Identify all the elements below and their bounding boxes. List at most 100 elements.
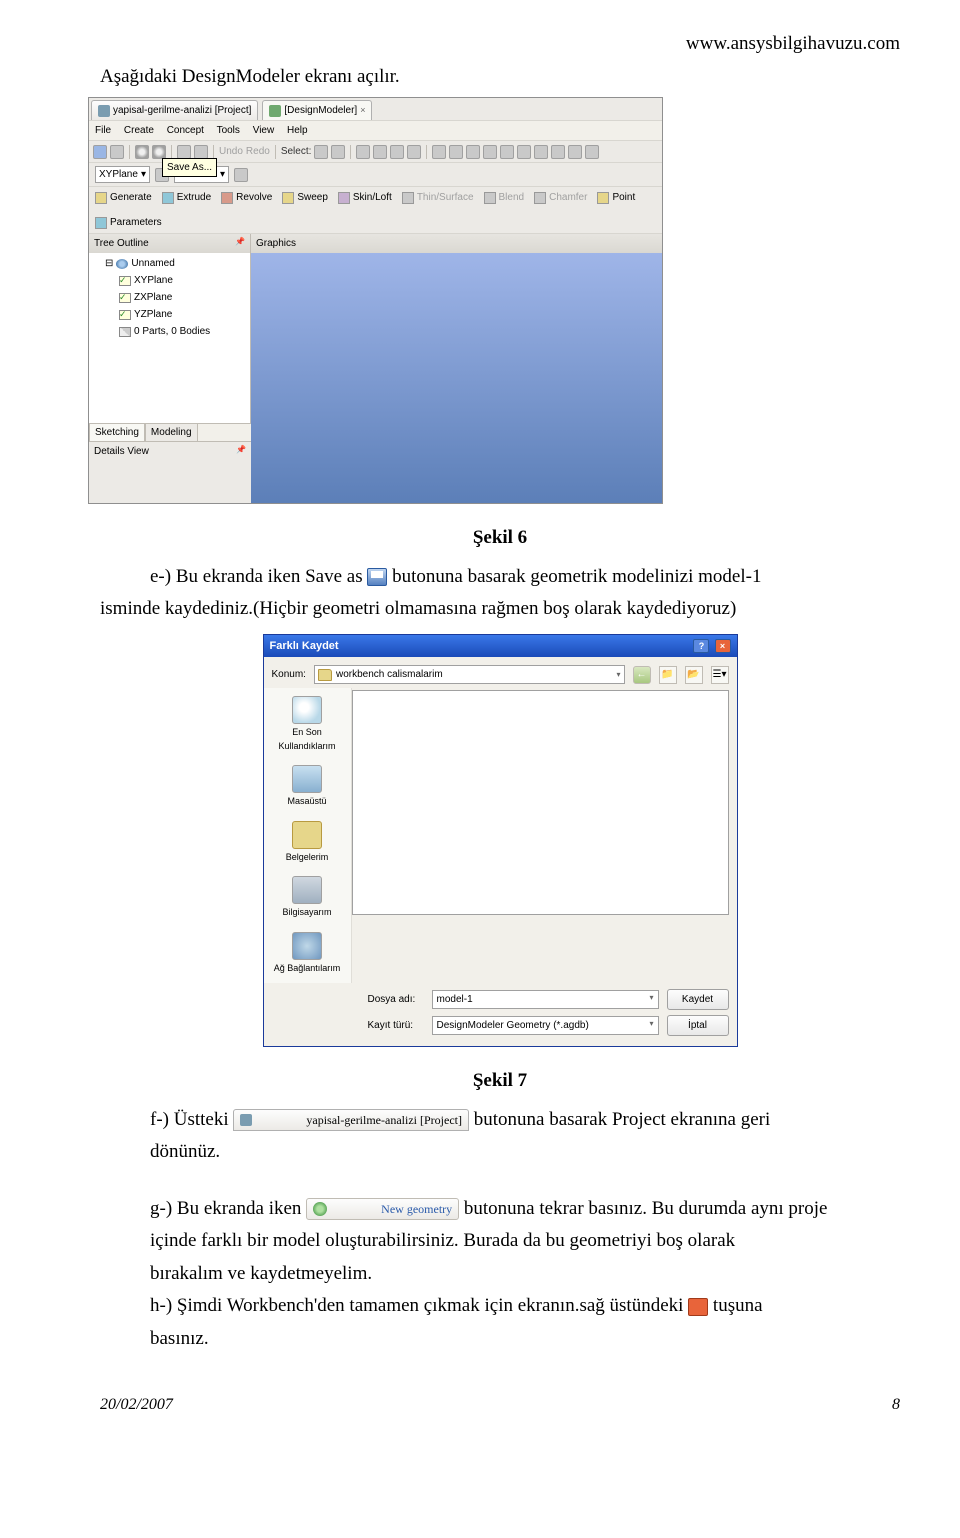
dm-ball-icon (313, 1202, 327, 1216)
generate-button[interactable]: Generate (95, 190, 152, 205)
step-f-line1: f-) Üstteki yapisal-gerilme-analizi [Pro… (100, 1106, 900, 1135)
tree-xyplane[interactable]: XYPlane (93, 272, 246, 289)
step-g-line2: içinde farklı bir model oluşturabilirsin… (100, 1227, 900, 1256)
thinsurface-button[interactable]: Thin/Surface (402, 190, 474, 205)
plane-select[interactable]: XYPlane▾ (95, 166, 150, 183)
view-icon[interactable] (551, 145, 565, 159)
new-icon[interactable] (93, 145, 107, 159)
sweep-button[interactable]: Sweep (282, 190, 328, 205)
back-button[interactable]: ← (633, 666, 651, 684)
pin-icon[interactable]: 📌 (235, 236, 245, 251)
filetype-select[interactable]: DesignModeler Geometry (*.agdb)▾ (432, 1016, 659, 1035)
tree-root[interactable]: ⊟Unnamed (93, 255, 246, 272)
menu-file[interactable]: File (95, 125, 111, 136)
separator (129, 145, 130, 159)
menu-concept[interactable]: Concept (167, 125, 204, 136)
project-icon (240, 1114, 252, 1126)
point-button[interactable]: Point (597, 190, 635, 205)
menu-view[interactable]: View (253, 125, 275, 136)
save-button[interactable]: Kaydet (667, 989, 729, 1010)
filter-icon[interactable] (407, 145, 421, 159)
up-button[interactable]: 📁 (659, 666, 677, 684)
graphics-viewport[interactable] (251, 253, 662, 503)
places-bar: En Son Kullandıklarım Masaüstü Belgeleri… (264, 688, 352, 983)
separator (171, 145, 172, 159)
menubar: File Create Concept Tools View Help (89, 120, 662, 140)
view-icon[interactable] (534, 145, 548, 159)
step-g-line1: g-) Bu ekranda iken New geometry butonun… (100, 1195, 900, 1224)
tab-modeling[interactable]: Modeling (145, 423, 198, 441)
blend-button[interactable]: Blend (484, 190, 525, 205)
place-documents[interactable]: Belgelerim (264, 815, 351, 871)
project-icon (98, 105, 110, 117)
view-icon[interactable] (517, 145, 531, 159)
filter-icon[interactable] (390, 145, 404, 159)
dialog-title: Farklı Kaydet (270, 638, 339, 655)
toolbar-icon[interactable] (177, 145, 191, 159)
step-h-line2: basınız. (100, 1325, 900, 1354)
sketch-icon[interactable] (234, 168, 248, 182)
details-header: Details View📌 (89, 441, 251, 461)
view-icon[interactable] (449, 145, 463, 159)
tree-header: Tree Outline📌 (89, 234, 250, 253)
view-icon[interactable] (483, 145, 497, 159)
view-icon[interactable] (568, 145, 582, 159)
menu-help[interactable]: Help (287, 125, 308, 136)
filename-input[interactable]: model-1▾ (432, 990, 659, 1009)
viewmode-button[interactable]: ☰▾ (711, 666, 729, 684)
tree-parts[interactable]: 0 Parts, 0 Bodies (93, 323, 246, 340)
file-list[interactable] (352, 690, 729, 915)
dialog-close-icon[interactable]: × (715, 639, 731, 653)
revolve-button[interactable]: Revolve (221, 190, 272, 205)
folder-icon (318, 669, 332, 681)
separator (426, 145, 427, 159)
dm-icon (269, 105, 281, 117)
tab-project[interactable]: yapisal-gerilme-analizi [Project] (91, 100, 258, 120)
save-icon[interactable] (135, 145, 149, 159)
filter-icon[interactable] (373, 145, 387, 159)
step-e-line1: e-) Bu ekranda iken Save as butonuna bas… (100, 563, 900, 592)
tree-zxplane[interactable]: ZXPlane (93, 289, 246, 306)
step-e-line2: isminde kaydediniz.(Hiçbir geometri olma… (100, 595, 900, 624)
parameters-button[interactable]: Parameters (95, 215, 162, 230)
tab-close-icon[interactable]: × (360, 104, 365, 118)
tab-sketching[interactable]: Sketching (89, 423, 145, 441)
menu-tools[interactable]: Tools (217, 125, 240, 136)
place-desktop[interactable]: Masaüstü (264, 759, 351, 815)
chamfer-button[interactable]: Chamfer (534, 190, 587, 205)
view-icon[interactable] (500, 145, 514, 159)
view-icon[interactable] (585, 145, 599, 159)
extrude-button[interactable]: Extrude (162, 190, 211, 205)
select-icon[interactable] (331, 145, 345, 159)
tab-designmodeler[interactable]: [DesignModeler] × (262, 100, 372, 120)
tab-dm-label: [DesignModeler] (284, 103, 357, 118)
menu-create[interactable]: Create (124, 125, 154, 136)
step-f-line2: dönünüz. (100, 1138, 900, 1167)
newfolder-button[interactable]: 📂 (685, 666, 703, 684)
konum-label: Konum: (272, 667, 306, 682)
footer-date: 20/02/2007 (100, 1393, 173, 1417)
konum-dropdown[interactable]: workbench calismalarim▾ (314, 665, 625, 684)
save-as-icon[interactable] (152, 145, 166, 159)
undo-button[interactable]: Undo (219, 144, 243, 159)
close-x-inline-icon: × (688, 1298, 708, 1316)
intro-text: Aşağıdaki DesignModeler ekranı açılır. (100, 63, 900, 92)
view-icon[interactable] (432, 145, 446, 159)
filter-icon[interactable] (356, 145, 370, 159)
select-icon[interactable] (314, 145, 328, 159)
redo-button[interactable]: Redo (246, 144, 270, 159)
skinloft-button[interactable]: Skin/Loft (338, 190, 392, 205)
place-mycomputer[interactable]: Bilgisayarım (264, 870, 351, 926)
pin-icon[interactable]: 📌 (236, 444, 246, 459)
cancel-button[interactable]: İptal (667, 1015, 729, 1036)
footer-page: 8 (892, 1393, 900, 1417)
place-network[interactable]: Ağ Bağlantılarım (264, 926, 351, 982)
toolbar-icon[interactable] (194, 145, 208, 159)
tree-yzplane[interactable]: YZPlane (93, 306, 246, 323)
dialog-help-icon[interactable]: ? (693, 639, 709, 653)
place-recent[interactable]: En Son Kullandıklarım (264, 690, 351, 759)
view-icon[interactable] (466, 145, 480, 159)
open-icon[interactable] (110, 145, 124, 159)
designmodeler-screenshot: yapisal-gerilme-analizi [Project] [Desig… (88, 97, 663, 504)
save-as-inline-icon (367, 568, 387, 586)
